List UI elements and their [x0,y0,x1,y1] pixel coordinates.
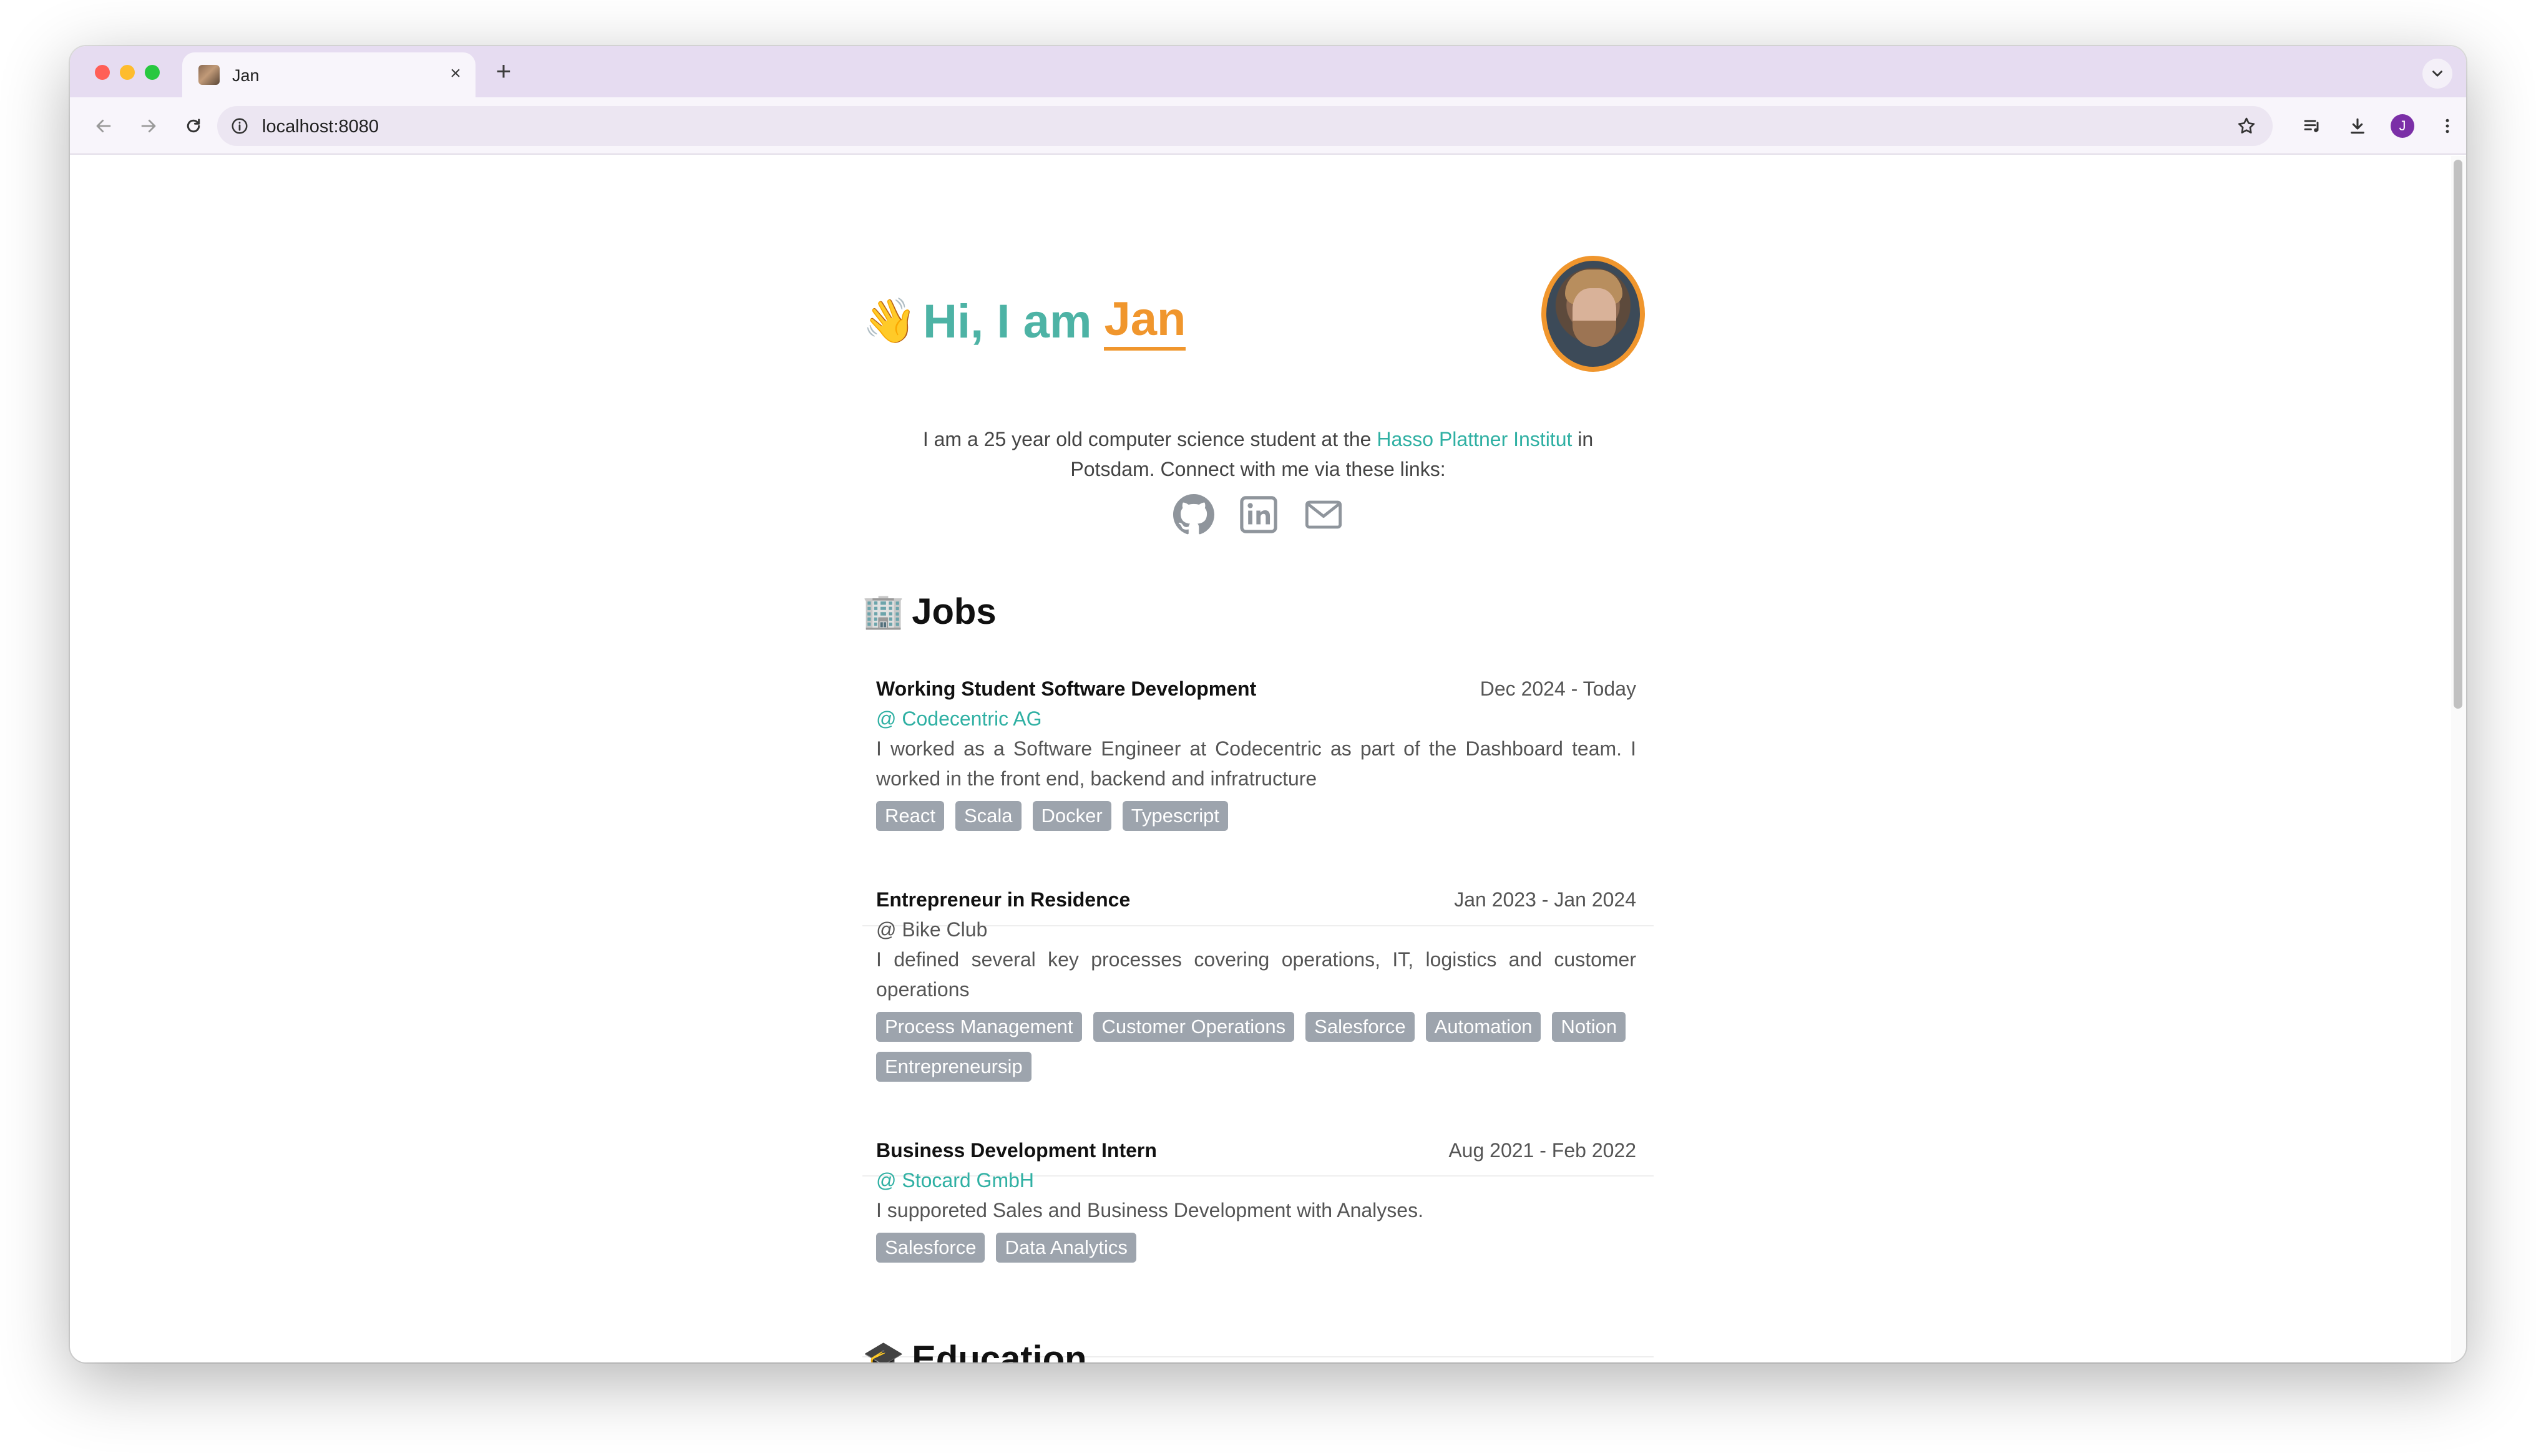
browser-toolbar: localhost:8080 J [70,97,2466,155]
intro-text-start: I am a 25 year old computer science stud… [922,428,1377,450]
skill-tag: Scala [955,801,1022,831]
job-title: Working Student Software Development [876,677,1257,700]
education-heading: 🎓 Education [862,1334,1087,1363]
media-controls-button[interactable] [2298,111,2328,141]
jobs-heading: 🏢 Jobs [862,586,997,636]
job-tags: Salesforce Data Analytics [876,1233,1636,1263]
url-text[interactable]: localhost:8080 [262,117,379,137]
linkedin-icon [1240,496,1277,533]
jobs-heading-text: Jobs [912,591,997,632]
back-button[interactable] [89,111,119,141]
job-dates: Jan 2023 - Jan 2024 [1454,888,1636,911]
skill-tag: Customer Operations [1093,1012,1295,1042]
scrollbar-track[interactable] [2451,156,2466,1362]
job-company: @ Bike Club [876,918,988,941]
minimize-window-button[interactable] [120,65,135,80]
github-icon [1173,494,1214,535]
browser-menu-button[interactable] [2432,111,2462,141]
skill-tag: Automation [1425,1012,1541,1042]
info-circle-icon [232,118,248,134]
downloads-button[interactable] [2343,111,2373,141]
job-entry: Business Development Intern Aug 2021 - F… [862,1135,1654,1298]
reload-button[interactable] [178,111,208,141]
skill-tag: Salesforce [876,1233,985,1263]
job-header: Entrepreneur in Residence Jan 2023 - Jan… [876,885,1636,915]
education-heading-text: Education [912,1338,1087,1363]
job-dates: Dec 2024 - Today [1480,677,1636,700]
photo-beard [1573,321,1616,347]
job-header: Working Student Software Development Dec… [876,674,1636,704]
email-link[interactable] [1301,492,1346,537]
job-title: Business Development Intern [876,1138,1157,1162]
close-window-button[interactable] [95,65,110,80]
job-description: I worked as a Software Engineer at Codec… [876,737,1636,790]
forward-button[interactable] [134,111,163,141]
profile-photo [1541,256,1645,372]
skill-tag: Typescript [1122,801,1229,831]
graduation-cap-emoji: 🎓 [862,1339,905,1363]
job-tags: React Scala Docker Typescript [876,801,1636,831]
skill-tag: Entrepreneursip [876,1052,1031,1082]
zoom-window-button[interactable] [145,65,160,80]
hpi-link[interactable]: Hasso Plattner Institut [1377,428,1572,450]
star-icon [2238,117,2255,133]
job-company-link[interactable]: @ Stocard GmbH [876,1165,1034,1195]
waving-hand-emoji: 👋 [862,296,917,345]
job-dates: Aug 2021 - Feb 2022 [1448,1138,1636,1162]
tab-title: Jan [232,66,260,85]
new-tab-button[interactable]: + [489,57,518,86]
skill-tag: Notion [1552,1012,1626,1042]
download-icon [2351,118,2364,134]
intro-text: I am a 25 year old computer science stud… [894,424,1622,484]
scrollbar-thumb[interactable] [2454,160,2462,709]
skill-tag: Data Analytics [996,1233,1136,1263]
job-company-link[interactable]: @ Codecentric AG [876,704,1041,734]
more-vertical-icon [2446,119,2449,133]
skill-tag: Salesforce [1305,1012,1415,1042]
skill-tag: Process Management [876,1012,1082,1042]
tab-search-button[interactable] [2422,59,2452,89]
tab-bar: Jan × + [70,46,2466,97]
job-header: Business Development Intern Aug 2021 - F… [876,1135,1636,1165]
browser-window: Jan × + localhost:8080 J 👋 Hi, I am Jan … [70,46,2466,1362]
job-title: Entrepreneur in Residence [876,888,1131,911]
hero-name: Jan [1104,292,1186,351]
skill-tag: React [876,801,944,831]
arrow-right-icon [141,119,156,133]
arrow-left-icon [96,119,111,133]
linkedin-link[interactable] [1236,492,1281,537]
job-entry: Working Student Software Development Dec… [862,674,1654,861]
hero-heading: 👋 Hi, I am Jan [862,287,1186,356]
favicon-icon [198,65,220,85]
browser-tab[interactable]: Jan × [182,52,476,97]
reload-icon [187,119,200,133]
tab-close-button[interactable]: × [443,61,468,86]
job-tags: Process Management Customer Operations S… [876,1012,1636,1082]
github-link[interactable] [1171,492,1216,537]
profile-button[interactable]: J [2387,111,2417,141]
page-viewport: 👋 Hi, I am Jan I am a 25 year old comput… [70,156,2466,1362]
social-links [1171,492,1346,538]
page-content: 👋 Hi, I am Jan I am a 25 year old comput… [862,156,1654,1362]
job-description: I defined several key processes covering… [876,948,1636,1001]
address-bar[interactable]: localhost:8080 [217,106,2273,146]
mail-icon [1305,500,1342,529]
job-description: I supporeted Sales and Business Developm… [876,1199,1423,1221]
bookmark-star-button[interactable] [2234,114,2259,138]
office-building-emoji: 🏢 [862,592,905,630]
hero-greeting: Hi, I am [923,294,1092,348]
job-entry: Entrepreneur in Residence Jan 2023 - Jan… [862,885,1654,1122]
skill-tag: Docker [1032,801,1111,831]
playlist-icon [2304,120,2319,132]
site-info-icon[interactable] [228,115,251,137]
chevron-down-icon [2432,70,2442,77]
profile-avatar: J [2391,114,2414,138]
